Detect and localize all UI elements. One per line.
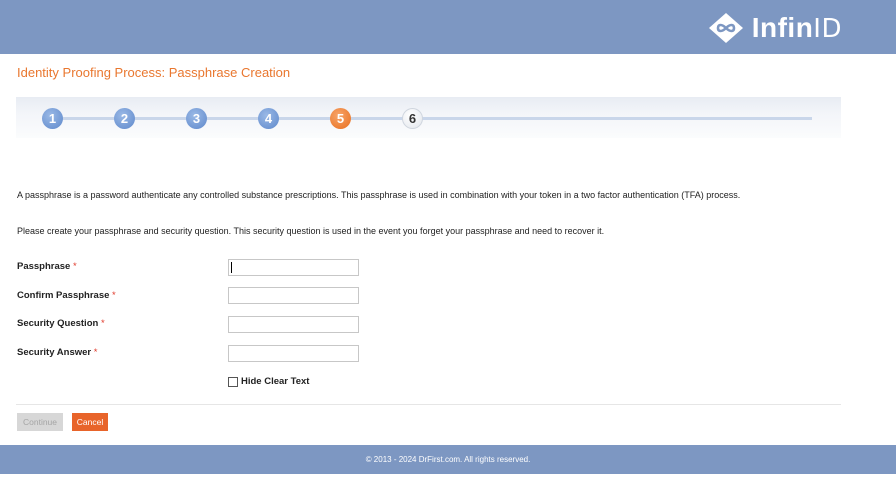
- security-question-label: Security Question *: [17, 318, 105, 329]
- security-question-input[interactable]: [228, 316, 359, 333]
- text-caret: [231, 262, 232, 273]
- required-marker: *: [112, 290, 116, 301]
- continue-button[interactable]: Continue: [17, 413, 63, 431]
- security-answer-input[interactable]: [228, 345, 359, 362]
- passphrase-input[interactable]: [228, 259, 359, 276]
- brand-name-light: ID: [813, 14, 842, 44]
- hide-clear-text-checkbox[interactable]: [228, 376, 238, 387]
- progress-steps: 1 2 3 4 5 6: [16, 97, 841, 138]
- brand-name-bold: Infin: [751, 12, 814, 43]
- footer-copyright: © 2013 - 2024 DrFirst.com. All rights re…: [0, 445, 896, 474]
- step-5-current: 5: [330, 108, 351, 129]
- step-2: 2: [114, 108, 135, 129]
- passphrase-label: Passphrase *: [17, 261, 77, 272]
- required-marker: *: [93, 347, 98, 358]
- required-marker: *: [72, 261, 77, 272]
- infinity-icon: [708, 13, 743, 43]
- confirm-passphrase-input[interactable]: [228, 287, 359, 304]
- security-answer-label-text: Security Answer: [17, 347, 92, 358]
- steps-track: [52, 117, 812, 120]
- brand-name: InfinID: [751, 12, 842, 44]
- app-header: InfinID: [0, 0, 896, 54]
- step-3: 3: [186, 108, 207, 129]
- passphrase-label-text: Passphrase: [17, 261, 71, 272]
- page-title: Identity Proofing Process: Passphrase Cr…: [17, 65, 291, 80]
- passphrase-description: A passphrase is a password authenticate …: [17, 190, 741, 200]
- confirm-passphrase-label-text: Confirm Passphrase: [17, 290, 110, 301]
- infinid-logo: InfinID: [708, 12, 842, 44]
- step-6: 6: [402, 108, 423, 129]
- step-1: 1: [42, 108, 63, 129]
- security-question-label-text: Security Question: [17, 318, 99, 329]
- security-question-description: Please create your passphrase and securi…: [17, 226, 605, 236]
- hide-clear-text-option[interactable]: Hide Clear Text: [228, 376, 309, 387]
- step-4: 4: [258, 108, 279, 129]
- required-marker: *: [100, 318, 105, 329]
- cancel-button[interactable]: Cancel: [72, 413, 108, 431]
- security-answer-label: Security Answer *: [17, 347, 97, 358]
- form-divider: [16, 404, 841, 405]
- confirm-passphrase-label: Confirm Passphrase *: [17, 290, 116, 301]
- hide-clear-text-label[interactable]: Hide Clear Text: [241, 376, 309, 387]
